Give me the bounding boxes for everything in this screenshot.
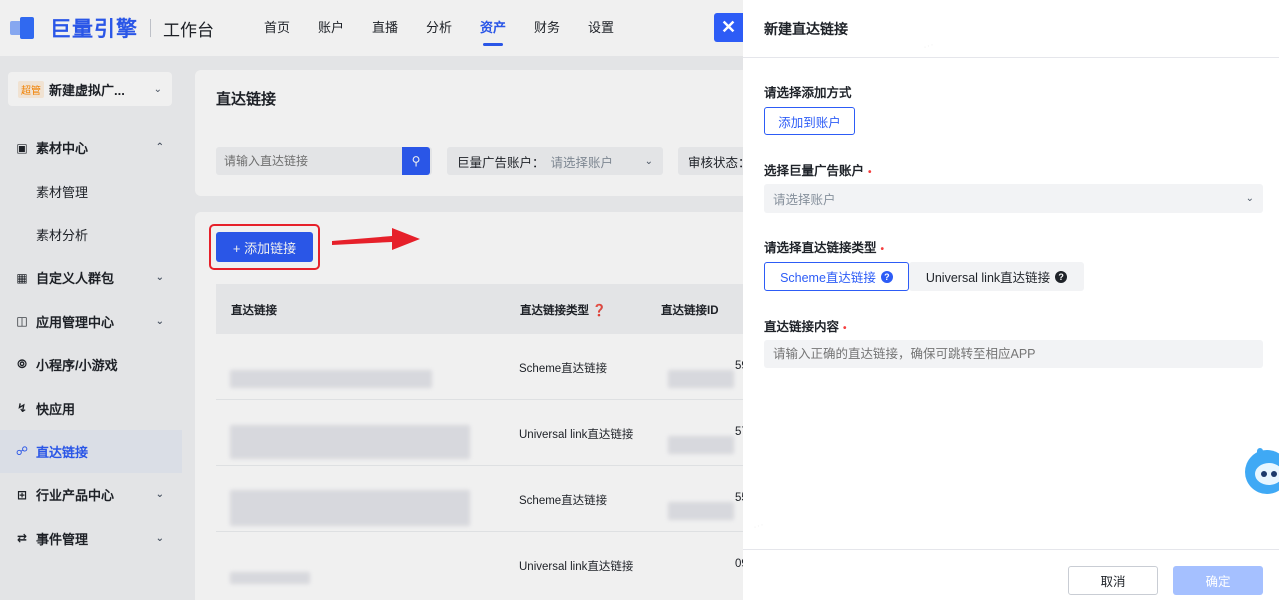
account-field-label-text: 选择巨量广告账户 [764,164,865,178]
account-field-label: 选择巨量广告账户 • [764,160,872,179]
add-method-label: 请选择添加方式 [764,86,852,100]
watermark: ··· [751,518,766,534]
account-select[interactable]: 请选择账户 ⌄ [764,184,1263,213]
link-type-label: 请选择直达链接类型 • [764,237,884,256]
link-type-universal-option[interactable]: Universal link直达链接? [909,262,1084,291]
cancel-button[interactable]: 取消 [1068,566,1158,595]
link-type-label-text: 请选择直达链接类型 [764,241,877,255]
link-content-input[interactable] [764,340,1263,368]
universal-option-label: Universal link直达链接 [925,271,1051,285]
modal-backdrop[interactable] [0,0,743,600]
drawer-title: 新建直达链接 [764,21,848,37]
new-link-drawer: ··· ··· 新建直达链接 请选择添加方式 添加到账户 选择巨量广告账户 • 请… [743,0,1279,600]
scheme-option-label: Scheme直达链接 [780,271,876,285]
confirm-button[interactable]: 确定 [1173,566,1263,595]
required-mark: • [868,167,872,178]
drawer-footer: 取消 确定 [743,549,1279,600]
add-to-account-option[interactable]: 添加到账户 [764,107,855,135]
link-type-scheme-option[interactable]: Scheme直达链接? [764,262,909,291]
drawer-header: 新建直达链接 [743,0,1279,58]
required-mark: • [843,323,847,334]
link-content-label-text: 直达链接内容 [764,320,840,334]
assistant-robot-icon[interactable] [1243,440,1279,500]
link-content-label: 直达链接内容 • [764,316,847,335]
chevron-down-icon: ⌄ [1245,193,1254,204]
required-mark: • [880,244,885,255]
help-icon[interactable]: ? [1055,270,1068,283]
help-icon[interactable]: ? [880,270,893,283]
account-select-placeholder: 请选择账户 [773,193,836,207]
close-drawer-button[interactable]: ✕ [714,13,743,42]
close-icon: ✕ [720,17,737,37]
